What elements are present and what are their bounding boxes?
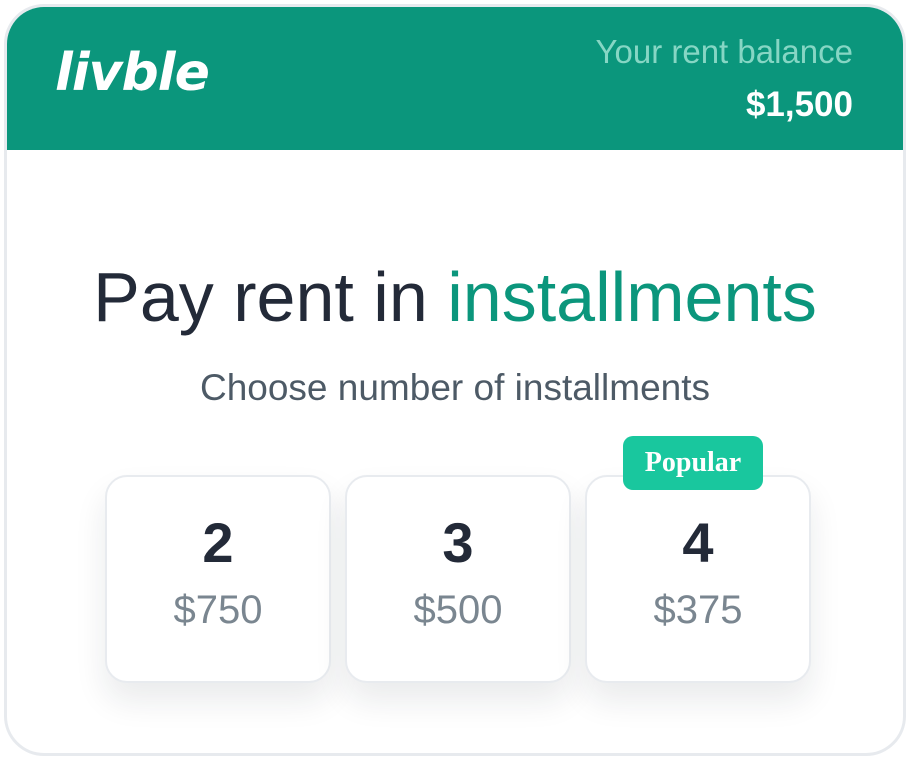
livble-logo: livble <box>55 43 210 103</box>
installment-count: 4 <box>682 511 714 574</box>
installment-option-4[interactable]: 4 $375 <box>585 475 811 683</box>
installment-count: 3 <box>442 511 474 574</box>
page-title: Pay rent in installments <box>7 262 903 332</box>
page-subtitle: Choose number of installments <box>199 367 711 408</box>
header-bar: livble Your rent balance $1,500 <box>7 7 903 150</box>
rent-balance-amount: $1,500 <box>745 85 853 124</box>
title-accent: installments <box>447 258 817 336</box>
installment-amount: $750 <box>173 588 263 632</box>
popular-badge: Popular <box>623 436 763 490</box>
installment-amount: $375 <box>653 588 743 632</box>
title-prefix: Pay rent in <box>93 258 448 336</box>
installment-option-2[interactable]: 2 $750 <box>105 475 331 683</box>
rent-installments-card: livble Your rent balance $1,500 Pay rent… <box>4 4 906 756</box>
rent-balance-label: Your rent balance <box>595 33 853 70</box>
installment-amount: $500 <box>413 588 503 632</box>
installment-options: 2 $750 3 $500 4 $375 <box>105 475 815 687</box>
installment-count: 2 <box>202 511 234 574</box>
installment-option-3[interactable]: 3 $500 <box>345 475 571 683</box>
